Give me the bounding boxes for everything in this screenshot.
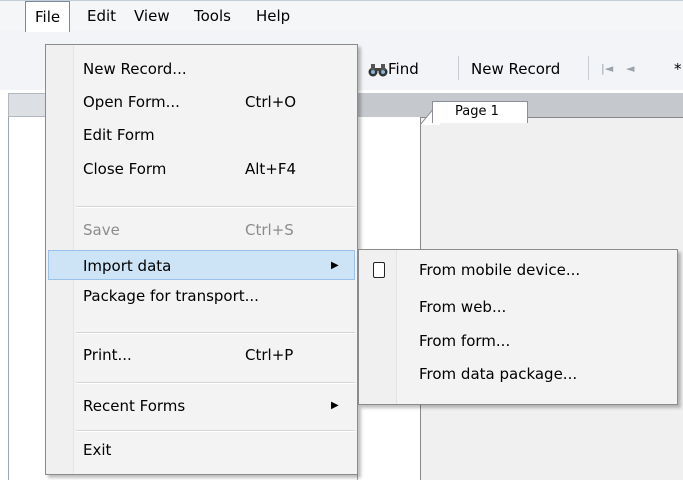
menu-item-close-form[interactable]: Close Form Alt+F4 [48, 154, 355, 184]
menu-item-exit[interactable]: Exit [48, 435, 355, 465]
menu-item-label: From form... [419, 332, 511, 350]
menu-item-from-mobile-device[interactable]: From mobile device... [361, 253, 675, 287]
submenu-arrow-icon: ▶ [331, 260, 339, 271]
menu-item-label: Print... [83, 346, 132, 364]
submenu-arrow-icon: ▶ [331, 400, 339, 411]
menu-item-label: Recent Forms [83, 397, 186, 415]
menu-item-recent-forms[interactable]: Recent Forms ▶ [48, 391, 355, 421]
menu-separator [76, 430, 355, 432]
first-record-icon[interactable]: |◄ [601, 59, 613, 79]
menu-item-label: Open Form... [83, 93, 180, 111]
menu-item-label: Exit [83, 441, 112, 459]
find-label: Find [388, 60, 419, 78]
menu-item-save[interactable]: Save Ctrl+S [48, 215, 355, 245]
previous-record-icon[interactable]: ◄ [626, 59, 634, 79]
toolbar-separator [588, 56, 589, 80]
menu-item-package-for-transport[interactable]: Package for transport... [48, 281, 355, 311]
menu-item-open-form[interactable]: Open Form... Ctrl+O [48, 87, 355, 117]
menu-tools[interactable]: Tools [185, 1, 240, 31]
menu-separator [76, 382, 355, 384]
menu-item-label: Import data [83, 257, 172, 275]
menu-item-edit-form[interactable]: Edit Form [48, 120, 355, 150]
binoculars-icon [368, 64, 388, 77]
menu-item-label: From mobile device... [419, 261, 581, 279]
menu-separator [76, 332, 355, 334]
import-data-submenu: From mobile device... From web... From f… [358, 249, 678, 405]
menu-item-label: Close Form [83, 160, 167, 178]
menu-item-shortcut: Ctrl+P [245, 346, 294, 364]
menu-item-print[interactable]: Print... Ctrl+P [48, 340, 355, 370]
menu-item-shortcut: Ctrl+S [245, 221, 294, 239]
menu-help[interactable]: Help [247, 1, 299, 31]
menu-edit[interactable]: Edit [78, 1, 125, 31]
menu-bar: File Edit View Tools Help [0, 0, 683, 32]
toolbar-separator [458, 56, 459, 80]
menu-separator [76, 206, 355, 208]
menu-view[interactable]: View [125, 1, 179, 31]
menu-item-label: Save [83, 221, 120, 239]
menu-item-label: Edit Form [83, 126, 155, 144]
menu-item-label: From web... [419, 298, 507, 316]
menu-item-new-record[interactable]: New Record... [48, 54, 355, 84]
menu-item-import-data[interactable]: Import data ▶ [48, 250, 355, 280]
menu-item-from-data-package[interactable]: From data package... [361, 357, 675, 391]
menu-item-from-form[interactable]: From form... [361, 324, 675, 358]
menu-file[interactable]: File [25, 1, 71, 32]
menu-item-shortcut: Alt+F4 [245, 160, 297, 178]
new-record-button[interactable]: New Record [471, 58, 560, 80]
mobile-device-icon [373, 262, 385, 278]
menu-item-shortcut: Ctrl+O [245, 93, 297, 111]
file-menu: New Record... Open Form... Ctrl+O Edit F… [45, 44, 358, 475]
menu-item-label: From data package... [419, 365, 578, 383]
menu-item-label: New Record... [83, 60, 187, 78]
tab-page-1[interactable]: Page 1 [432, 101, 528, 123]
toolbar-overflow[interactable]: * [674, 58, 682, 80]
menu-item-from-web[interactable]: From web... [361, 290, 675, 324]
menu-item-label: Package for transport... [83, 287, 259, 305]
